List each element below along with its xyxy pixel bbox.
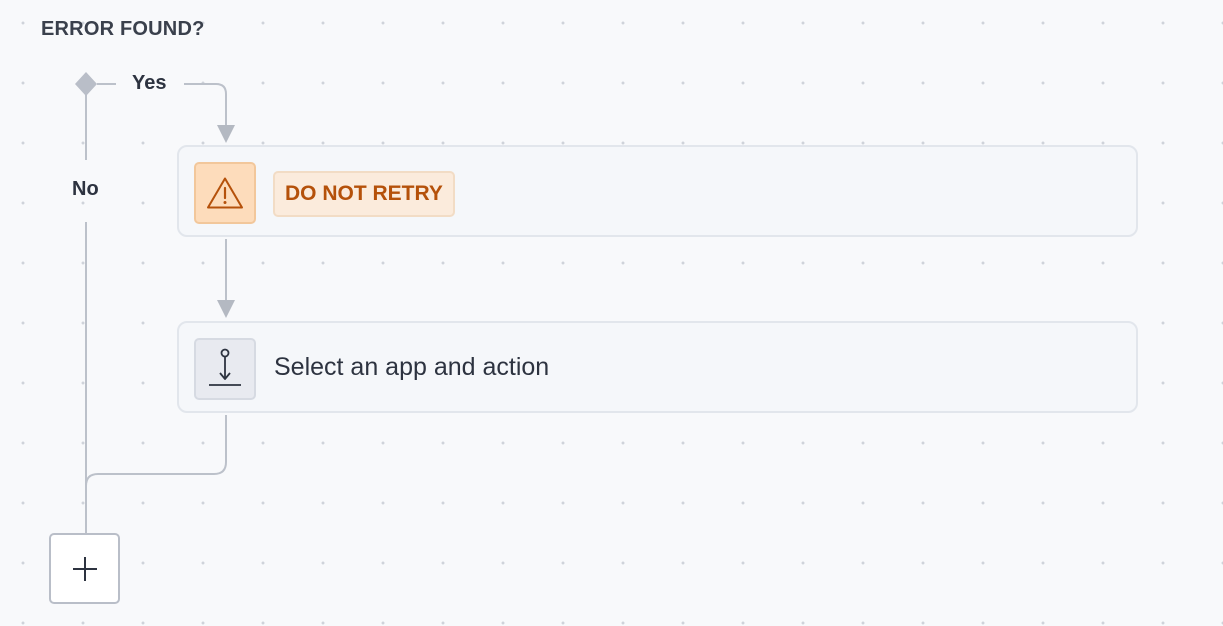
yes-branch-connector: [184, 83, 227, 126]
arrow-to-select-icon: [217, 300, 235, 318]
arrow-to-retry-icon: [217, 125, 235, 143]
do-not-retry-step[interactable]: DO NOT RETRY: [177, 145, 1138, 237]
empty-action-icon: [194, 338, 256, 400]
branch-diamond-icon: [75, 72, 97, 96]
yes-branch-label: Yes: [126, 72, 173, 95]
select-app-label: Select an app and action: [274, 353, 550, 381]
select-app-step[interactable]: Select an app and action: [177, 321, 1138, 413]
warning-triangle-icon: [194, 162, 256, 224]
plus-icon: [72, 556, 97, 581]
merge-connector: [85, 415, 227, 487]
do-not-retry-label: DO NOT RETRY: [273, 171, 455, 217]
flow-connectors: [75, 72, 235, 533]
add-step-button[interactable]: [49, 533, 120, 604]
no-branch-label: No: [66, 178, 105, 201]
